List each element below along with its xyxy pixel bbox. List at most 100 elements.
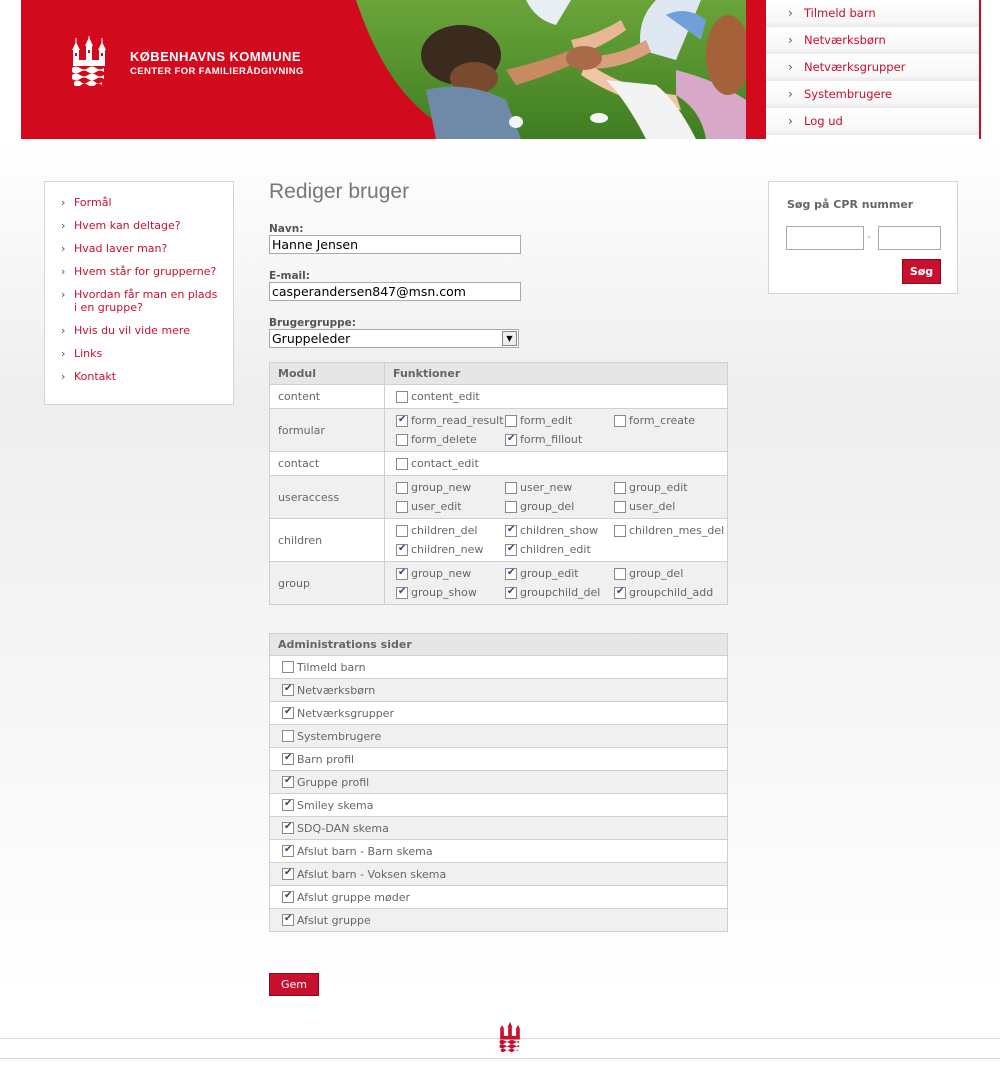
function-option[interactable]: user_new [505, 478, 614, 497]
function-label: groupchild_add [629, 586, 714, 599]
function-checkbox[interactable] [396, 481, 408, 494]
admin-page-checkbox[interactable] [282, 821, 294, 834]
function-option[interactable]: children_del [396, 521, 505, 540]
nav-tilmeld-barn[interactable]: Tilmeld barn [766, 0, 979, 27]
function-checkbox[interactable] [505, 567, 517, 580]
cpr-search-button[interactable]: Søg [902, 259, 941, 284]
sidebar-item-links[interactable]: Links [61, 347, 221, 360]
sidebar-item-hvem-staar-for-grupperne[interactable]: Hvem står for grupperne? [61, 265, 221, 278]
admin-page-option[interactable]: SDQ-DAN skema [282, 821, 727, 835]
function-checkbox[interactable] [614, 567, 626, 580]
nav-netvaerksgrupper[interactable]: Netværksgrupper [766, 54, 979, 81]
function-checkbox[interactable] [396, 457, 408, 470]
admin-page-cell: Netværksgrupper [269, 701, 728, 725]
function-option[interactable]: children_new [396, 540, 505, 559]
email-input[interactable] [269, 282, 521, 301]
function-option[interactable]: groupchild_add [614, 583, 723, 602]
function-option[interactable]: group_del [614, 564, 723, 583]
function-option[interactable]: form_delete [396, 430, 505, 449]
function-option[interactable]: children_show [505, 521, 614, 540]
function-checkbox[interactable] [396, 433, 408, 446]
admin-page-option[interactable]: Tilmeld barn [282, 661, 727, 674]
function-option[interactable]: group_new [396, 478, 505, 497]
admin-page-checkbox[interactable] [282, 867, 294, 880]
function-checkbox[interactable] [396, 390, 408, 403]
function-checkbox[interactable] [614, 586, 626, 599]
function-option[interactable]: children_mes_del [614, 521, 724, 540]
name-input[interactable] [269, 235, 521, 254]
sidebar-item-hvem-kan-deltage[interactable]: Hvem kan deltage? [61, 219, 221, 232]
function-option[interactable]: form_read_result [396, 411, 505, 430]
function-option[interactable]: user_edit [396, 497, 505, 516]
admin-page-option[interactable]: Netværksgrupper [282, 706, 727, 720]
cpr-first-input[interactable] [786, 226, 864, 250]
header-photo-children-hands [356, 0, 746, 139]
function-checkbox[interactable] [614, 414, 626, 427]
function-option[interactable]: group_edit [614, 478, 723, 497]
function-option[interactable]: form_edit [505, 411, 614, 430]
admin-page-checkbox[interactable] [282, 683, 294, 696]
function-checkbox[interactable] [505, 433, 517, 446]
sidebar-item-hvis-du-vil-vide-mere[interactable]: Hvis du vil vide mere [61, 324, 221, 337]
function-option[interactable]: groupchild_del [505, 583, 614, 602]
function-option[interactable]: children_edit [505, 540, 614, 559]
function-option[interactable]: form_create [614, 411, 723, 430]
function-checkbox[interactable] [505, 481, 517, 494]
admin-page-checkbox[interactable] [282, 752, 294, 765]
admin-page-option[interactable]: Afslut barn - Voksen skema [282, 867, 727, 881]
function-checkbox[interactable] [505, 414, 517, 427]
admin-page-checkbox[interactable] [282, 775, 294, 788]
function-checkbox[interactable] [614, 500, 626, 513]
save-button[interactable]: Gem [269, 973, 319, 996]
admin-page-option[interactable]: Smiley skema [282, 798, 727, 812]
sidebar-item-hvordan-faar-man-plads[interactable]: Hvordan får man en plads i en gruppe? [61, 288, 221, 314]
nav-systembrugere[interactable]: Systembrugere [766, 81, 979, 108]
function-checkbox[interactable] [396, 500, 408, 513]
admin-page-label: Afslut barn - Voksen skema [297, 867, 447, 881]
function-checkbox[interactable] [505, 586, 517, 599]
nav-netvaerksboern[interactable]: Netværksbørn [766, 27, 979, 54]
admin-page-checkbox[interactable] [282, 730, 294, 742]
function-checkbox[interactable] [396, 414, 408, 427]
sidebar-item-formaal[interactable]: Formål [61, 196, 221, 209]
function-option[interactable]: user_del [614, 497, 723, 516]
admin-page-checkbox[interactable] [282, 890, 294, 903]
usergroup-select[interactable]: Gruppeleder ▼ [269, 329, 519, 348]
admin-page-option[interactable]: Afslut gruppe møder [282, 890, 727, 904]
dropdown-arrow-icon[interactable]: ▼ [502, 331, 517, 346]
admin-page-option[interactable]: Gruppe profil [282, 775, 727, 789]
sidebar-item-kontakt[interactable]: Kontakt [61, 370, 221, 383]
function-checkbox[interactable] [396, 586, 408, 599]
function-checkbox[interactable] [396, 543, 408, 556]
function-checkbox[interactable] [614, 524, 626, 537]
admin-page-checkbox[interactable] [282, 661, 294, 673]
function-checkbox[interactable] [505, 543, 517, 556]
admin-page-checkbox[interactable] [282, 844, 294, 857]
nav-log-ud[interactable]: Log ud [766, 108, 979, 135]
admin-page-checkbox[interactable] [282, 913, 294, 926]
function-checkbox[interactable] [396, 567, 408, 580]
admin-page-row: Afslut barn - Barn skema [269, 839, 728, 863]
page-title: Rediger bruger [269, 180, 410, 203]
cpr-second-input[interactable] [878, 226, 941, 250]
function-option[interactable]: contact_edit [396, 454, 505, 473]
admin-page-option[interactable]: Barn profil [282, 752, 727, 766]
function-checkbox[interactable] [614, 481, 626, 494]
function-checkbox[interactable] [505, 524, 517, 537]
function-option[interactable]: group_edit [505, 564, 614, 583]
function-option[interactable]: group_show [396, 583, 505, 602]
function-checkbox[interactable] [396, 524, 408, 537]
function-option[interactable]: content_edit [396, 387, 505, 406]
admin-page-label: Tilmeld barn [297, 660, 366, 674]
admin-page-option[interactable]: Netværksbørn [282, 683, 727, 697]
function-option[interactable]: group_new [396, 564, 505, 583]
admin-page-checkbox[interactable] [282, 706, 294, 719]
admin-page-checkbox[interactable] [282, 798, 294, 811]
sidebar-item-hvad-laver-man[interactable]: Hvad laver man? [61, 242, 221, 255]
function-option[interactable]: group_del [505, 497, 614, 516]
admin-page-option[interactable]: Afslut gruppe [282, 913, 727, 927]
function-checkbox[interactable] [505, 500, 517, 513]
admin-page-option[interactable]: Afslut barn - Barn skema [282, 844, 727, 858]
admin-page-option[interactable]: Systembrugere [282, 730, 727, 743]
function-option[interactable]: form_fillout [505, 430, 614, 449]
